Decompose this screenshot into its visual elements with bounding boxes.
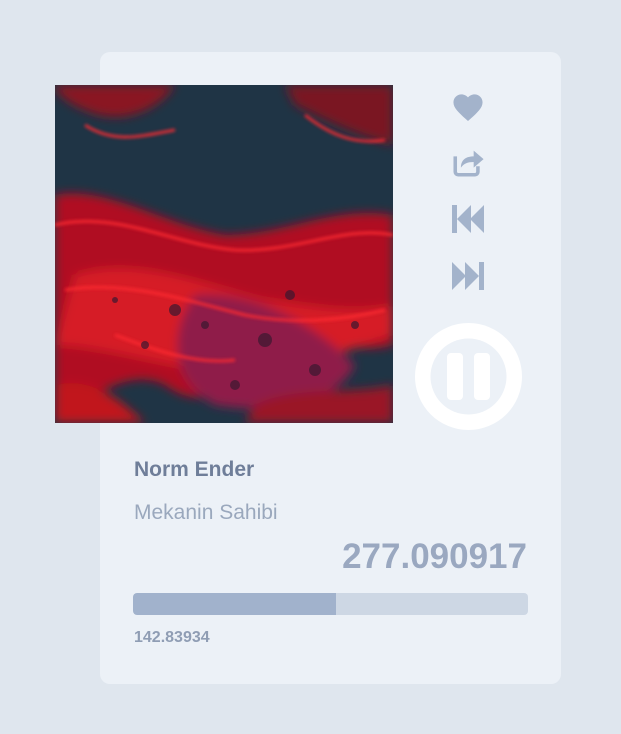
- track-title: Norm Ender: [134, 458, 255, 481]
- next-button[interactable]: [448, 256, 488, 296]
- current-time: 142.83934: [134, 629, 210, 646]
- play-pause-button[interactable]: [415, 323, 522, 430]
- heart-icon: [450, 90, 486, 122]
- previous-icon: [451, 204, 485, 234]
- previous-button[interactable]: [448, 199, 488, 239]
- next-icon: [451, 261, 485, 291]
- progress-fill: [133, 593, 337, 615]
- track-artist: Mekanin Sahibi: [134, 501, 278, 524]
- pause-icon: [415, 323, 522, 434]
- progress-bar[interactable]: [133, 593, 528, 615]
- share-button[interactable]: [448, 142, 488, 182]
- like-button[interactable]: [448, 86, 488, 126]
- share-icon: [451, 145, 485, 179]
- album-cover: [55, 85, 393, 423]
- track-duration: 277.090917: [342, 537, 527, 576]
